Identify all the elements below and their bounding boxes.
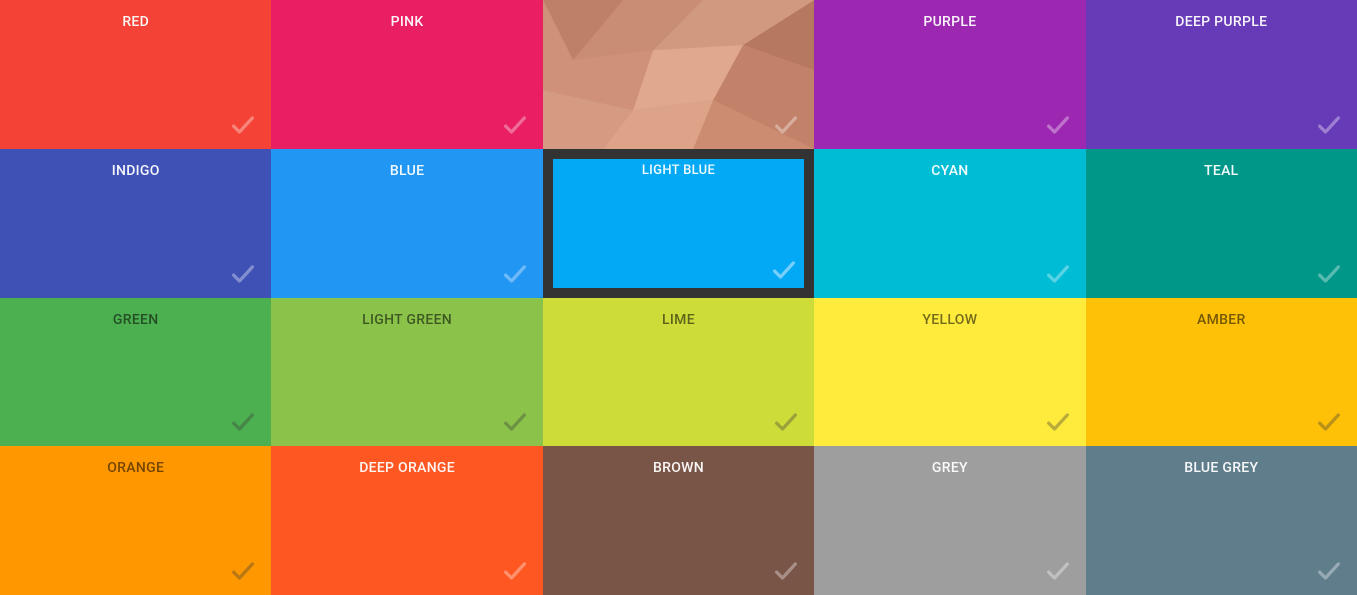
check-icon: [1044, 111, 1072, 139]
color-tile-label: PURPLE: [814, 14, 1085, 30]
color-tile-indigo[interactable]: INDIGO: [0, 149, 271, 298]
check-icon: [1044, 260, 1072, 288]
check-icon: [1315, 557, 1343, 585]
check-icon: [772, 111, 800, 139]
color-tile-light-blue[interactable]: LIGHT BLUE: [543, 149, 814, 298]
color-tile-pattern[interactable]: [543, 0, 814, 149]
color-tile-label: LIGHT BLUE: [553, 163, 804, 178]
color-tile-deep-orange[interactable]: DEEP ORANGE: [271, 446, 542, 595]
color-tile-label: LIGHT GREEN: [271, 312, 542, 328]
color-tile-red[interactable]: RED: [0, 0, 271, 149]
check-icon: [1044, 408, 1072, 436]
color-tile-label: CYAN: [814, 163, 1085, 179]
color-tile-yellow[interactable]: YELLOW: [814, 298, 1085, 447]
color-palette-grid: REDPINK PURPLEDEEP PURPLE INDIGOBLUE LIGHT…: [0, 0, 1357, 595]
color-tile-label: GREY: [814, 460, 1085, 476]
check-icon: [1315, 260, 1343, 288]
check-icon: [501, 557, 529, 585]
color-tile-label: BLUE GREY: [1086, 460, 1357, 476]
color-tile-cyan[interactable]: CYAN: [814, 149, 1085, 298]
color-tile-label: DEEP PURPLE: [1086, 14, 1357, 30]
check-icon: [772, 557, 800, 585]
color-tile-pink[interactable]: PINK: [271, 0, 542, 149]
color-tile-purple[interactable]: PURPLE: [814, 0, 1085, 149]
color-tile-label: LIME: [543, 312, 814, 328]
color-tile-label: BLUE: [271, 163, 542, 179]
color-tile-label: BROWN: [543, 460, 814, 476]
color-tile-green[interactable]: GREEN: [0, 298, 271, 447]
color-tile-light-green[interactable]: LIGHT GREEN: [271, 298, 542, 447]
check-icon: [501, 408, 529, 436]
color-tile-blue[interactable]: BLUE: [271, 149, 542, 298]
color-tile-brown[interactable]: BROWN: [543, 446, 814, 595]
color-tile-label: ORANGE: [0, 460, 271, 476]
check-icon: [1315, 111, 1343, 139]
color-tile-amber[interactable]: AMBER: [1086, 298, 1357, 447]
color-tile-teal[interactable]: TEAL: [1086, 149, 1357, 298]
check-icon: [1044, 557, 1072, 585]
color-tile-label: YELLOW: [814, 312, 1085, 328]
check-icon: [501, 111, 529, 139]
color-tile-label: DEEP ORANGE: [271, 460, 542, 476]
color-tile-label: AMBER: [1086, 312, 1357, 328]
color-tile-inner: LIGHT BLUE: [553, 159, 804, 288]
check-icon: [1315, 408, 1343, 436]
check-icon: [772, 408, 800, 436]
check-icon: [770, 256, 798, 284]
color-tile-lime[interactable]: LIME: [543, 298, 814, 447]
color-tile-deep-purple[interactable]: DEEP PURPLE: [1086, 0, 1357, 149]
check-icon: [229, 111, 257, 139]
color-tile-blue-grey[interactable]: BLUE GREY: [1086, 446, 1357, 595]
color-tile-orange[interactable]: ORANGE: [0, 446, 271, 595]
color-tile-label: RED: [0, 14, 271, 30]
check-icon: [229, 557, 257, 585]
color-tile-grey[interactable]: GREY: [814, 446, 1085, 595]
color-tile-label: PINK: [271, 14, 542, 30]
check-icon: [501, 260, 529, 288]
check-icon: [229, 408, 257, 436]
check-icon: [229, 260, 257, 288]
color-tile-label: TEAL: [1086, 163, 1357, 179]
color-tile-label: INDIGO: [0, 163, 271, 179]
color-tile-label: GREEN: [0, 312, 271, 328]
